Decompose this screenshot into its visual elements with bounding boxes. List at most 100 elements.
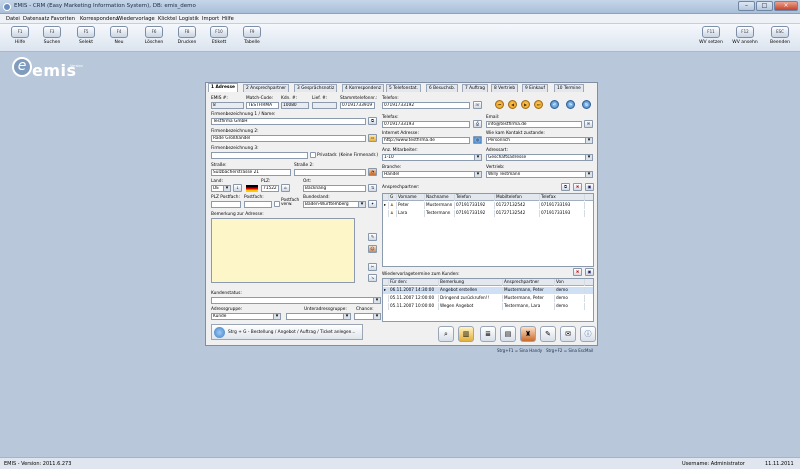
firma2-field[interactable]: Rade Großhandel — [211, 135, 366, 142]
bemerkung-textarea[interactable] — [211, 218, 355, 283]
tab-vertrieb[interactable]: 8 Vertrieb — [491, 84, 519, 92]
menu-favoriten[interactable]: Favoriten — [51, 16, 75, 22]
fax-icon[interactable]: ⎙ — [473, 120, 482, 128]
memo-tools-icon[interactable]: ✂ — [368, 263, 377, 271]
adressart-select[interactable]: Geschäftsadresse — [486, 154, 593, 161]
strasse2-field[interactable] — [294, 169, 366, 176]
table-row[interactable]: 05.11.2007 12:00:00 Dringend zurückrufen… — [383, 295, 593, 302]
delete-button[interactable]: F6 Löschen — [140, 26, 168, 51]
close-button[interactable]: × — [774, 1, 798, 11]
phone-dial-icon[interactable]: ☏ — [473, 101, 482, 109]
plz-postfach-field[interactable] — [211, 201, 241, 208]
edit-icon[interactable]: ✎ — [540, 326, 556, 342]
land-select[interactable]: DE — [211, 185, 231, 192]
telefax-field[interactable]: 07191733193 — [382, 121, 470, 128]
chance-select[interactable] — [354, 313, 381, 320]
unteradress-select[interactable] — [286, 313, 351, 320]
branche-select[interactable]: Handel — [382, 171, 482, 178]
wv-delete-icon[interactable]: ✖ — [573, 268, 582, 276]
refresh-icon[interactable]: ↻ — [582, 100, 591, 109]
bestellung-anlegen-button[interactable]: Strg + G - Bestellung / Angebot / Auftra… — [211, 324, 363, 340]
ansprech-save-icon[interactable]: ▣ — [585, 183, 594, 191]
tab-adresse[interactable]: 1 Adresse — [208, 83, 238, 92]
last-record-icon[interactable]: ⏭ — [534, 100, 543, 109]
table-row[interactable]: ♟ Lara Testermann 07191733192 0172713254… — [383, 210, 593, 217]
match-code-field[interactable]: TESTFIRMA — [246, 102, 279, 109]
wv-set-button[interactable]: F11 WV setzen — [697, 26, 725, 51]
tab-korrespondenz[interactable]: 4 Korrespondenz — [342, 84, 385, 92]
memo-note-icon[interactable]: ✎ — [368, 233, 377, 241]
postfach-checkbox[interactable] — [274, 201, 280, 207]
plz-field[interactable]: 71522 — [261, 185, 279, 192]
firma1-field[interactable]: Testfirma GmbH — [211, 118, 366, 125]
next-record-icon[interactable]: ▶ — [521, 100, 530, 109]
strasse-field[interactable]: Sulzbacherstrasse 21 — [211, 169, 291, 176]
mitarbeiter-select[interactable]: 1-10 — [382, 154, 482, 161]
menu-import[interactable]: Import — [202, 16, 219, 22]
tab-telefonstat[interactable]: 5 Telefonstat. — [386, 84, 421, 92]
table-row[interactable]: ▸ ♟ Peter Mustermann 07191733192 0172713… — [383, 202, 593, 209]
tab-auftrag[interactable]: 7 Auftrag — [462, 84, 489, 92]
menu-hilfe[interactable]: Hilfe — [222, 16, 234, 22]
select-button[interactable]: F5 Selekt — [72, 26, 100, 51]
book-icon[interactable]: ▤ — [500, 326, 516, 342]
menu-wiedervorlage[interactable]: Wiedervorlage — [117, 16, 155, 22]
internet-field[interactable]: http://www.testfirma.de — [382, 137, 470, 144]
menu-korrespondenz[interactable]: Korrespondenz — [80, 16, 119, 22]
menu-datensatz[interactable]: Datensatz — [23, 16, 49, 22]
help-button[interactable]: F1 Hilfe — [6, 26, 34, 51]
bundesland-select[interactable]: Baden-Württemberg — [303, 201, 366, 208]
memo-person-icon[interactable]: ☺ — [368, 245, 377, 253]
tab-einkauf[interactable]: 9 Einkauf — [522, 84, 549, 92]
geo-icon[interactable]: ✦ — [368, 200, 377, 208]
globe-icon[interactable]: ◍ — [473, 136, 482, 144]
ansprech-delete-icon[interactable]: ✖ — [573, 183, 582, 191]
history-fwd-icon[interactable]: ↷ — [566, 100, 575, 109]
memo-expand-icon[interactable]: ↘ — [368, 274, 377, 282]
new-button[interactable]: F4 Neu — [105, 26, 133, 51]
mail-icon[interactable]: ✉ — [560, 326, 576, 342]
copy-icon[interactable]: ⧉ — [368, 117, 377, 125]
tab-besuchsb[interactable]: 6 Besuchsb. — [426, 84, 459, 92]
tab-ansprechpartner[interactable]: 2 Ansprechpartner — [243, 84, 290, 92]
wv-view-button[interactable]: F12 WV ansehn — [731, 26, 759, 51]
minimize-button[interactable]: – — [738, 1, 755, 11]
history-back-icon[interactable]: ↶ — [550, 100, 559, 109]
adressgruppe-select[interactable]: Kunde — [211, 313, 281, 320]
info-icon[interactable]: ⓘ — [580, 326, 596, 342]
tab-gespraechsnotiz[interactable]: 3 Gesprächsnotiz — [294, 84, 338, 92]
telefon-field[interactable]: 07191733192 — [382, 102, 470, 109]
menu-logistik[interactable]: Logistik — [179, 16, 199, 22]
vertrieb-select[interactable]: Willy Testmann — [486, 171, 593, 178]
exit-button[interactable]: ESC Beenden — [766, 26, 794, 51]
wv-save-icon[interactable]: ▣ — [585, 268, 594, 276]
kundenstatus-select[interactable] — [211, 297, 381, 304]
firma3-field[interactable] — [211, 152, 308, 159]
menu-klicktel[interactable]: Klicktel — [158, 16, 177, 22]
menu-datei[interactable]: Datei — [6, 16, 20, 22]
maximize-button[interactable]: □ — [756, 1, 773, 11]
tab-termine[interactable]: 10 Termine — [554, 84, 584, 92]
ansprech-copy-icon[interactable]: ⧉ — [561, 183, 570, 191]
label-button[interactable]: F10 Etikett — [205, 26, 233, 51]
stamp-icon[interactable]: ♜ — [520, 326, 536, 342]
cash-icon[interactable]: ≣ — [480, 326, 496, 342]
documents-icon[interactable]: ▥ — [458, 326, 474, 342]
email-field[interactable]: info@testfirma.de — [486, 121, 582, 128]
plz-lookup-icon[interactable]: ⌂ — [281, 184, 290, 192]
send-email-icon[interactable]: ✉ — [584, 120, 593, 128]
route-icon[interactable]: ⇅ — [368, 184, 377, 192]
table-button[interactable]: F9 Tabelle — [238, 26, 266, 51]
ort-field[interactable]: Backnang — [303, 185, 366, 192]
first-record-icon[interactable]: ⏮ — [495, 100, 504, 109]
folder-icon[interactable]: ▭ — [368, 134, 377, 142]
magnifier-icon[interactable]: ⌕ — [438, 326, 454, 342]
postfach-field[interactable] — [244, 201, 272, 208]
table-row[interactable]: ▸ 06.11.2007 14:30:00 Angebot erstellen … — [383, 287, 593, 294]
search-button[interactable]: F3 Suchen — [38, 26, 66, 51]
prev-record-icon[interactable]: ◀ — [508, 100, 517, 109]
kontakt-select[interactable]: Persönlich — [486, 137, 593, 144]
print-button[interactable]: F8 Drucken — [173, 26, 201, 51]
map-icon[interactable]: ◔ — [368, 168, 377, 176]
down-arrow-icon[interactable]: ↓ — [233, 184, 242, 192]
